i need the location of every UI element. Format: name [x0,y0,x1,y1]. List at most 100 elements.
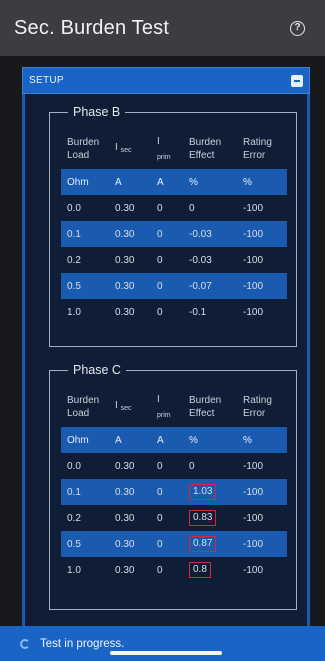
cell: 0.30 [109,273,151,299]
cell: 0.30 [115,512,135,524]
cell: 0.5 [61,273,109,299]
cell: 0.30 [109,531,151,557]
table-row: 0.2 0.30 0 0.83 -100 [61,505,287,531]
cell: 0.2 [67,254,81,266]
unit-cell: Ohm [61,427,109,453]
flagged-value: 0.8 [189,562,211,578]
cell: -100 [243,254,264,266]
cell: 1.0 [67,306,81,318]
cell: 0.1 [61,221,109,247]
col-header-rating-error: Rating Error [243,137,272,161]
units-row: Ohm A A % % [61,427,287,453]
cell: 1.0 [67,564,81,576]
table-row: 0.0 0.30 0 0 -100 [61,453,287,479]
cell: -100 [243,460,264,472]
unit-cell: Ohm [61,169,109,195]
cell: 0.1 [61,479,109,505]
cell: -100 [237,273,287,299]
collapse-icon[interactable] [291,74,303,87]
cell: 0.0 [67,202,81,214]
setup-section-header[interactable]: SETUP [22,67,310,94]
cell: 0.8 [183,557,237,583]
table-row: 1.0 0.30 0 0.8 -100 [61,557,287,583]
table-row: 0.1 0.30 0 1.03 -100 [61,479,287,505]
cell: 0.30 [115,564,135,576]
title-bar: Sec. Burden Test ? [0,0,325,56]
unit-cell: % [237,169,287,195]
table-header-row: Burden Load I sec Iprim Burden Effect Rati… [61,387,287,427]
cell: -100 [243,202,264,214]
cell: -0.07 [183,273,237,299]
table-row: 0.5 0.30 0 -0.07 -100 [61,273,287,299]
cell: -100 [243,512,264,524]
cell: 0 [157,512,163,524]
cell: -100 [237,531,287,557]
cell: 0 [151,479,183,505]
unit-cell: A [109,427,151,453]
unit-cell: % [183,169,237,195]
flagged-value: 0.83 [189,510,217,526]
cell: -100 [243,564,264,576]
table-row: 0.2 0.30 0 -0.03 -100 [61,247,287,273]
phase-c-table: Burden Load I sec Iprim Burden Effect Rati… [61,387,287,583]
cell: 0.30 [115,254,135,266]
cell: 0.30 [115,306,135,318]
table-header-row: Burden Load I sec Iprim Burden Effect Rati… [61,129,287,169]
cell: -0.03 [189,254,212,266]
cell: 0.0 [67,460,81,472]
question-circle-icon[interactable]: ? [290,20,305,36]
table-row: 0.0 0.30 0 0 -100 [61,195,287,221]
cell: 1.03 [183,479,237,505]
col-header-i-prim: Iprim [157,393,171,419]
cell: 0 [151,531,183,557]
col-header-i-sec: I sec [115,400,132,412]
cell: -100 [237,479,287,505]
cell: 0 [157,460,163,472]
phase-c-title: Phase C [68,363,126,377]
table-row: 1.0 0.30 0 -0.1 -100 [61,299,287,325]
cell: 0 [157,306,163,318]
results-panel: Phase B Burden Load I sec Iprim Burden Eff… [22,94,310,629]
col-header-i-prim: Iprim [157,135,171,161]
phase-b-table: Burden Load I sec Iprim Burden Effect Rati… [61,129,287,325]
unit-cell: A [151,169,183,195]
cell: -0.1 [189,306,207,318]
unit-cell: % [183,427,237,453]
setup-label: SETUP [29,75,64,86]
cell: 0.5 [61,531,109,557]
home-indicator[interactable] [110,651,222,655]
col-header-i-sec: I sec [115,142,132,154]
unit-cell: % [237,427,287,453]
cell: 0 [157,202,163,214]
cell: 0.30 [115,460,135,472]
cell: 0.30 [109,479,151,505]
phase-b-group: Phase B Burden Load I sec Iprim Burden Eff… [49,105,297,347]
cell: 0 [157,564,163,576]
unit-cell: A [151,427,183,453]
col-header-burden-effect: Burden Effect [189,137,222,161]
col-header-burden-load: Burden Load [67,137,100,161]
flagged-value: 1.03 [189,484,217,500]
cell: -100 [243,306,264,318]
cell: -0.03 [183,221,237,247]
cell: 0 [189,202,195,214]
cell: 0 [151,221,183,247]
units-row: Ohm A A % % [61,169,287,195]
unit-cell: A [109,169,151,195]
status-bar: Test in progress. [0,626,325,661]
spinner-icon [20,638,30,649]
cell: 0.30 [115,202,135,214]
cell: 0.30 [109,221,151,247]
status-text: Test in progress. [40,637,125,650]
col-header-burden-load: Burden Load [67,395,100,419]
cell: 0 [189,460,195,472]
flagged-value: 0.87 [189,536,217,552]
cell: 0 [151,273,183,299]
page-title: Sec. Burden Test [14,16,170,39]
cell: 0.87 [183,531,237,557]
table-row: 0.5 0.30 0 0.87 -100 [61,531,287,557]
cell: 0 [157,254,163,266]
col-header-rating-error: Rating Error [243,395,272,419]
table-row: 0.1 0.30 0 -0.03 -100 [61,221,287,247]
cell: -100 [237,221,287,247]
